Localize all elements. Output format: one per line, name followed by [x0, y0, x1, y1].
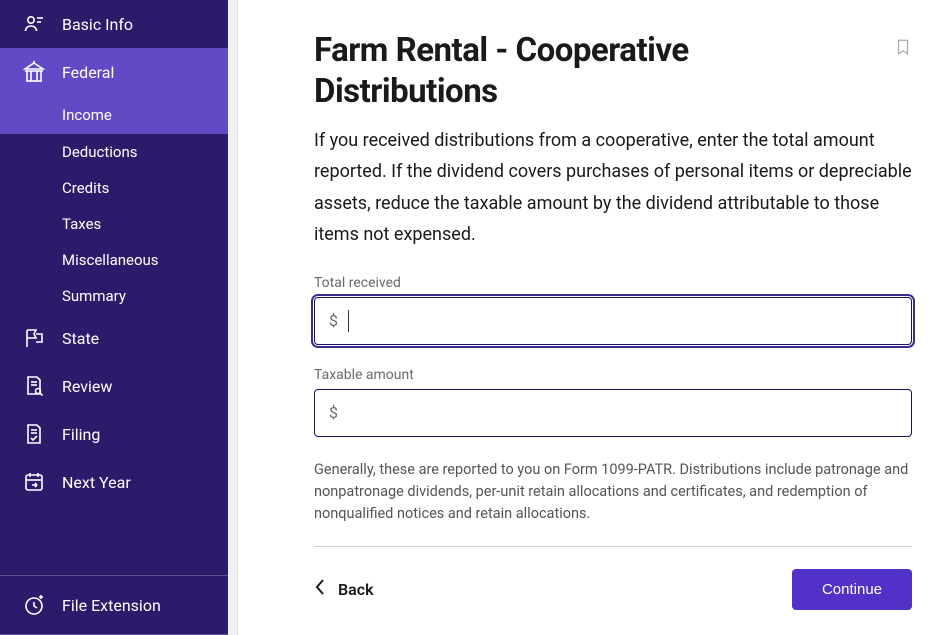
intro-text: If you received distributions from a coo…: [314, 125, 912, 251]
sidebar-item-state[interactable]: State: [0, 314, 228, 362]
subnav-item-summary[interactable]: Summary: [62, 278, 228, 314]
sidebar-item-label: Basic Info: [62, 15, 133, 34]
main-content: Farm Rental - Cooperative Distributions …: [238, 0, 948, 635]
chevron-left-icon: [314, 578, 326, 600]
scroll-gutter: [228, 0, 238, 635]
back-button[interactable]: Back: [314, 578, 374, 600]
subnav-label: Miscellaneous: [62, 251, 159, 269]
sidebar-item-label: Next Year: [62, 473, 131, 492]
sidebar-main-nav: Basic Info Federal Income Deductions Cre…: [0, 0, 228, 575]
field-label: Total received: [314, 275, 912, 291]
sidebar: Basic Info Federal Income Deductions Cre…: [0, 0, 228, 635]
subnav-label: Credits: [62, 179, 109, 197]
sidebar-item-label: Review: [62, 377, 112, 396]
sidebar-item-basic-info[interactable]: Basic Info: [0, 0, 228, 48]
document-search-icon: [22, 374, 46, 398]
field-taxable-amount: Taxable amount $: [314, 367, 912, 437]
clock-plus-icon: [22, 593, 46, 617]
sidebar-item-label: Filing: [62, 425, 100, 444]
page-title: Farm Rental - Cooperative Distributions: [314, 30, 878, 113]
sidebar-item-file-extension[interactable]: File Extension: [0, 576, 228, 634]
subnav-item-credits[interactable]: Credits: [62, 170, 228, 206]
calendar-arrow-icon: [22, 470, 46, 494]
continue-button[interactable]: Continue: [792, 569, 912, 610]
back-label: Back: [338, 580, 374, 599]
taxable-amount-input[interactable]: $: [314, 389, 912, 437]
page-header: Farm Rental - Cooperative Distributions: [314, 30, 912, 113]
subnav-label: Taxes: [62, 215, 101, 233]
flag-icon: [22, 326, 46, 350]
government-building-icon: [22, 60, 46, 84]
text-caret: [348, 310, 349, 332]
page-footer: Back Continue: [314, 569, 912, 610]
person-card-icon: [22, 12, 46, 36]
bookmark-icon[interactable]: [894, 36, 912, 62]
subnav-label: Income: [62, 106, 112, 124]
currency-symbol: $: [329, 403, 338, 422]
sidebar-item-next-year[interactable]: Next Year: [0, 458, 228, 506]
subnav-item-deductions[interactable]: Deductions: [62, 134, 228, 170]
sidebar-item-label: Federal: [62, 63, 114, 82]
subnav-item-miscellaneous[interactable]: Miscellaneous: [62, 242, 228, 278]
field-label: Taxable amount: [314, 367, 912, 383]
total-received-input[interactable]: $: [314, 297, 912, 345]
subnav-label: Summary: [62, 287, 126, 305]
sidebar-item-filing[interactable]: Filing: [0, 410, 228, 458]
federal-subnav: Income Deductions Credits Taxes Miscella…: [0, 96, 228, 314]
field-total-received: Total received $: [314, 275, 912, 345]
currency-symbol: $: [329, 311, 338, 330]
taxable-amount-field[interactable]: [346, 404, 897, 422]
sidebar-item-federal[interactable]: Federal: [0, 48, 228, 96]
subnav-label: Deductions: [62, 143, 138, 161]
helper-text: Generally, these are reported to you on …: [314, 459, 912, 526]
sidebar-item-label: File Extension: [62, 596, 161, 615]
sidebar-item-review[interactable]: Review: [0, 362, 228, 410]
subnav-item-income[interactable]: Income: [0, 96, 228, 134]
section-divider: [314, 546, 912, 547]
sidebar-item-label: State: [62, 329, 99, 348]
subnav-item-taxes[interactable]: Taxes: [62, 206, 228, 242]
document-check-icon: [22, 422, 46, 446]
